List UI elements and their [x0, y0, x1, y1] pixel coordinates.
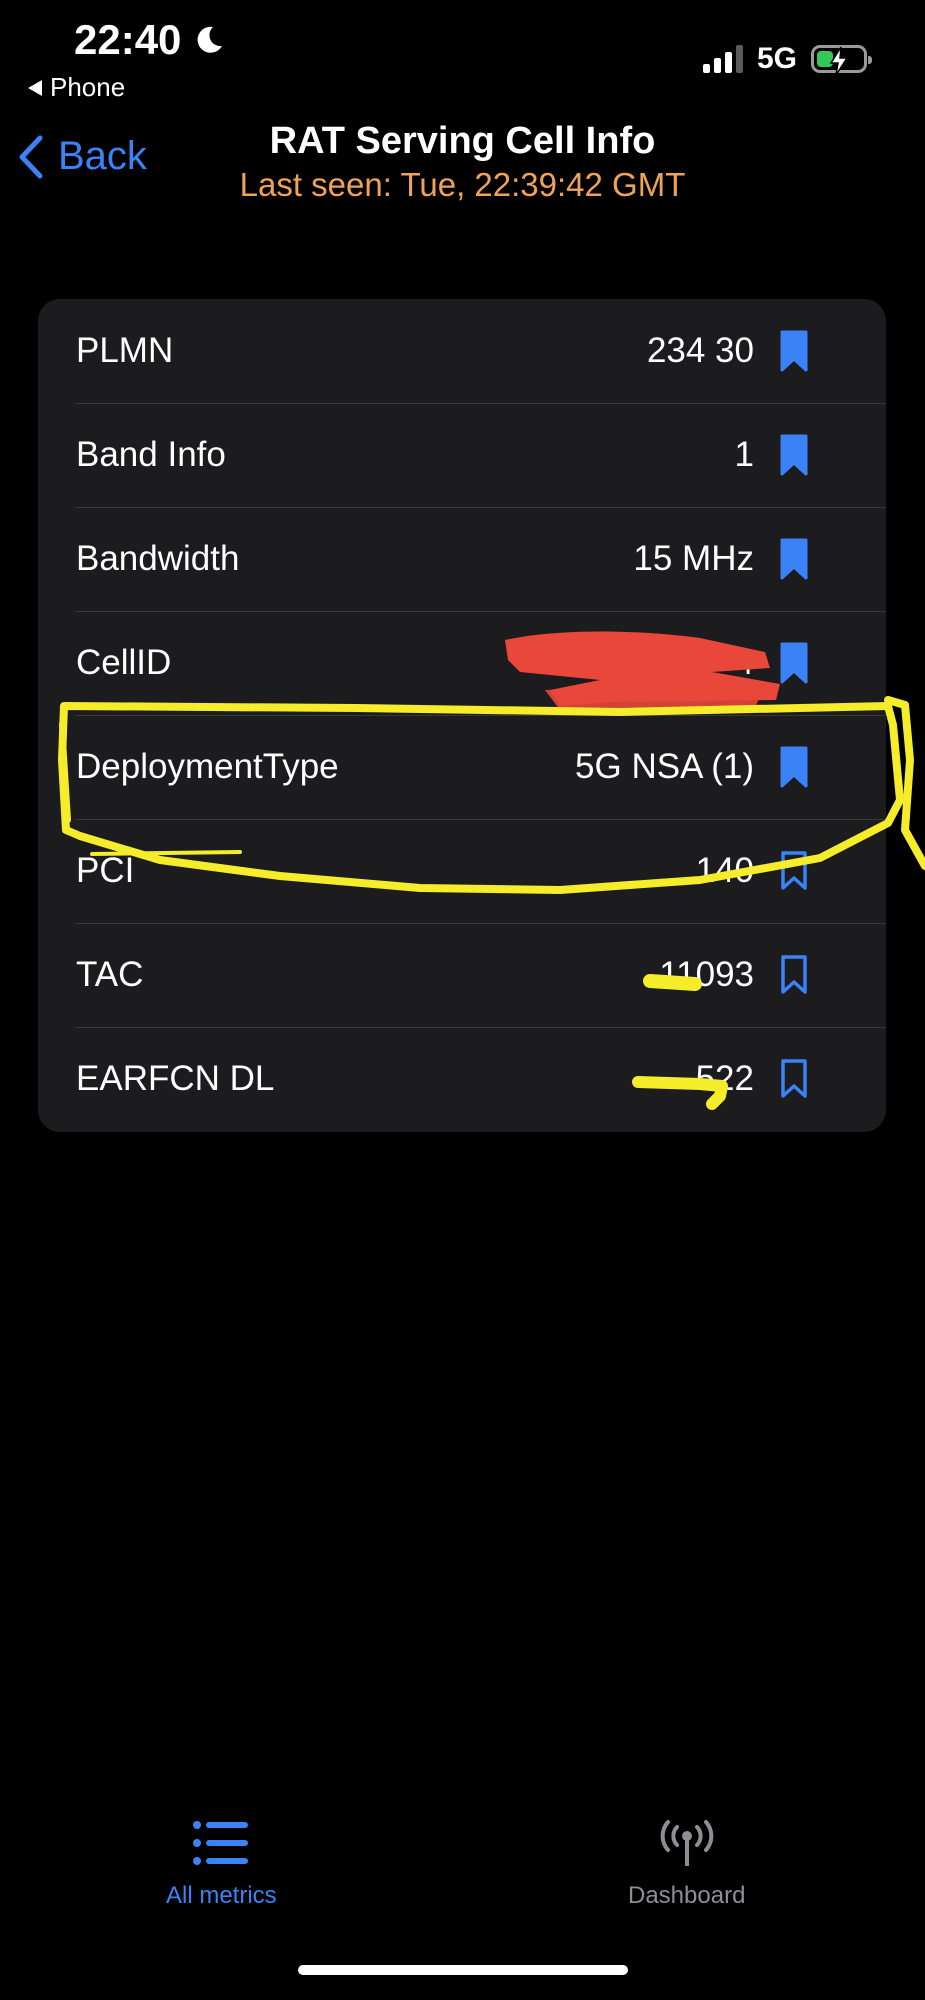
list-item-bandwidth[interactable]: Bandwidth 15 MHz	[38, 507, 886, 611]
row-value: 234 30	[646, 331, 754, 370]
tab-all-metrics[interactable]: All metrics	[166, 1820, 277, 1910]
battery-icon	[811, 45, 872, 76]
row-value: 522	[695, 1059, 754, 1098]
back-to-app[interactable]: Phone	[28, 72, 125, 103]
list-item-band-info[interactable]: Band Info 1	[38, 403, 886, 507]
tab-dashboard[interactable]: Dashboard	[628, 1820, 745, 1910]
row-value: 140	[695, 851, 754, 890]
list-item-earfcn-dl[interactable]: EARFCN DL 522	[38, 1027, 886, 1131]
home-indicator[interactable]	[298, 1965, 628, 1975]
page-title: RAT Serving Cell Info	[269, 120, 656, 162]
row-label: Band Info	[76, 435, 226, 474]
row-value: 5G NSA (1)	[575, 747, 754, 786]
list-item-cellid[interactable]: CellID 4	[38, 611, 886, 715]
time-label: 22:40	[74, 16, 182, 63]
list-item-tac[interactable]: TAC 11093	[38, 923, 886, 1027]
status-indicators: 5G	[702, 42, 872, 76]
moon-icon	[198, 26, 223, 53]
row-value: 4	[734, 643, 754, 682]
status-time: 22:40	[74, 16, 225, 64]
bookmark-filled-icon[interactable]	[780, 330, 808, 372]
cell-info-card: PLMN 234 30 Band Info 1 Bandwidth 15 MHz…	[38, 299, 886, 1132]
list-item-plmn[interactable]: PLMN 234 30	[38, 299, 886, 403]
row-value: 11093	[659, 955, 754, 994]
bookmark-filled-icon[interactable]	[780, 746, 808, 788]
back-triangle-icon	[28, 79, 42, 96]
bookmark-filled-icon[interactable]	[780, 434, 808, 476]
network-label: 5G	[756, 42, 797, 75]
list-item-pci[interactable]: PCI 140	[38, 819, 886, 923]
tab-all-metrics-label: All metrics	[166, 1882, 277, 1909]
row-value: 1	[734, 435, 754, 474]
row-label: DeploymentType	[76, 747, 339, 786]
row-label: Bandwidth	[76, 539, 240, 578]
row-label: TAC	[76, 955, 144, 994]
tab-dashboard-label: Dashboard	[628, 1882, 746, 1909]
bookmark-outline-icon[interactable]	[780, 1058, 808, 1100]
antenna-icon	[660, 1820, 713, 1866]
signal-icon	[702, 45, 743, 73]
list-icon	[193, 1821, 249, 1865]
last-seen-subtitle: Last seen: Tue, 22:39:42 GMT	[239, 166, 686, 203]
row-label: CellID	[76, 643, 172, 682]
bookmark-filled-icon[interactable]	[780, 538, 808, 580]
row-label: PLMN	[76, 331, 174, 370]
list-item-deployment-type[interactable]: DeploymentType 5G NSA (1)	[38, 715, 886, 819]
row-label: PCI	[76, 851, 135, 890]
bookmark-outline-icon[interactable]	[780, 850, 808, 892]
row-value: 15 MHz	[633, 539, 754, 578]
row-label: EARFCN DL	[76, 1059, 275, 1098]
back-app-label: Phone	[50, 72, 126, 102]
bookmark-filled-icon[interactable]	[780, 642, 808, 684]
bookmark-outline-icon[interactable]	[780, 954, 808, 996]
